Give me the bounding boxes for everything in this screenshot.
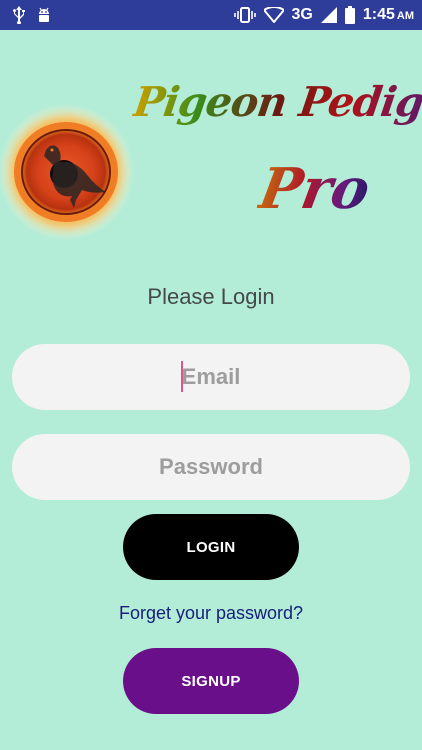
signup-button[interactable]: SIGNUP [123,648,299,714]
clock: 1:45 AM [363,6,414,24]
battery-icon [344,6,355,24]
network-type: 3G [291,6,313,23]
text-cursor [181,361,183,392]
app-title: Pigeon Pedigree Pro [130,78,422,238]
email-field[interactable] [12,344,410,410]
pigeon-eye-logo [0,100,136,240]
login-heading: Please Login [147,284,275,309]
vibrate-icon [233,7,256,23]
signal-icon [320,7,337,23]
app-title-line1: Pigeon Pedigree [131,78,422,126]
app-title-line2: Pro [254,156,375,222]
status-bar: 3G 1:45 AM [0,0,422,30]
clock-ampm: AM [396,10,414,22]
status-left [12,6,52,24]
status-right: 3G 1:45 AM [233,6,414,24]
android-icon [36,6,52,24]
login-button[interactable]: LOGIN [123,514,299,580]
clock-time: 1:45 [362,6,395,23]
password-field[interactable] [12,434,410,500]
wifi-icon [263,7,284,23]
forgot-password-link[interactable]: Forget your password? [0,603,422,624]
usb-icon [12,6,26,24]
